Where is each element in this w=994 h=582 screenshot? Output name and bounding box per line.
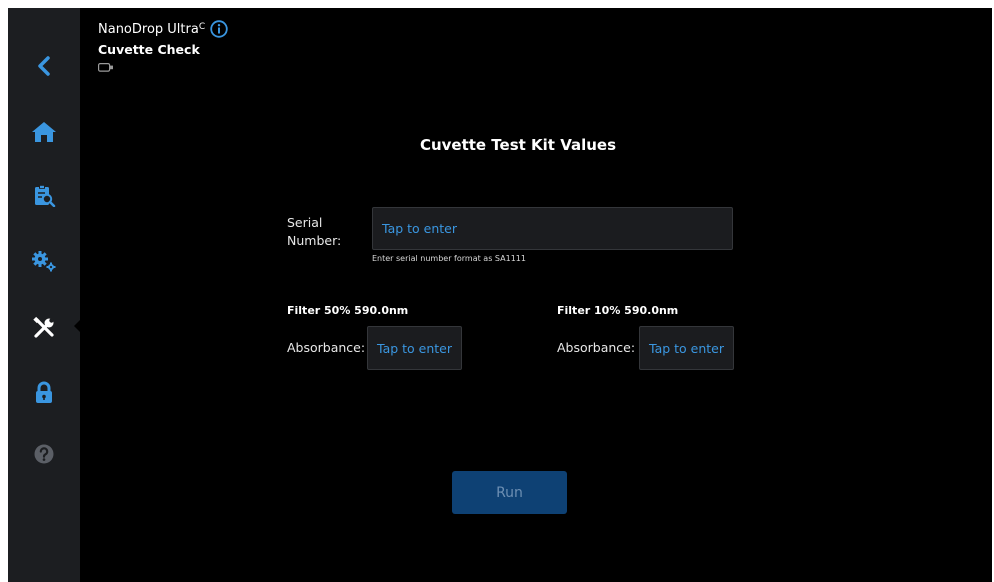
gears-icon: [32, 251, 56, 272]
serial-number-label: Serial Number:: [287, 215, 342, 248]
info-icon[interactable]: [210, 20, 228, 38]
sidebar-item-home[interactable]: [8, 110, 80, 154]
filter-10-title: Filter 10% 590.0nm: [557, 304, 679, 317]
filter-50-title: Filter 50% 590.0nm: [287, 304, 409, 317]
sidebar-item-data-viewer[interactable]: [8, 173, 80, 217]
sidebar-item-diagnostics[interactable]: [8, 306, 80, 350]
filter-50-placeholder: Tap to enter: [377, 340, 452, 356]
help-icon: [34, 444, 54, 464]
run-button[interactable]: Run: [452, 471, 567, 514]
sidebar-item-security[interactable]: [8, 371, 80, 415]
filter-10-absorbance-label: Absorbance:: [557, 340, 636, 355]
app-name-suffix: C: [198, 22, 206, 32]
filter-50-absorbance-label: Absorbance:: [287, 340, 366, 355]
page-title: Cuvette Check: [98, 42, 200, 57]
filter-10-absorbance-input[interactable]: Tap to enter: [639, 326, 734, 370]
cuvette-icon: [98, 63, 113, 72]
clipboard-search-icon: [35, 185, 56, 207]
home-icon: [32, 122, 56, 142]
lock-icon: [36, 381, 52, 403]
filter-50-absorbance-input[interactable]: Tap to enter: [367, 326, 462, 370]
app-screen: NanoDrop Ultra C Cuvette Check Cuvette T…: [8, 8, 992, 582]
sidebar-nav: [8, 8, 81, 582]
sidebar-item-help[interactable]: [8, 432, 80, 476]
active-indicator: [74, 319, 81, 333]
serial-number-hint: Enter serial number format as SA1111: [372, 254, 526, 263]
app-name: NanoDrop Ultra: [98, 22, 199, 37]
serial-number-placeholder: Tap to enter: [382, 221, 457, 236]
tools-icon: [33, 316, 54, 338]
page-header: NanoDrop Ultra C Cuvette Check: [98, 20, 228, 76]
chevron-left-icon: [38, 56, 50, 76]
back-button[interactable]: [8, 44, 80, 88]
section-title: Cuvette Test Kit Values: [419, 136, 617, 154]
sidebar-item-settings[interactable]: [8, 239, 80, 283]
serial-number-input[interactable]: Tap to enter: [372, 207, 733, 250]
filter-10-placeholder: Tap to enter: [649, 340, 724, 356]
